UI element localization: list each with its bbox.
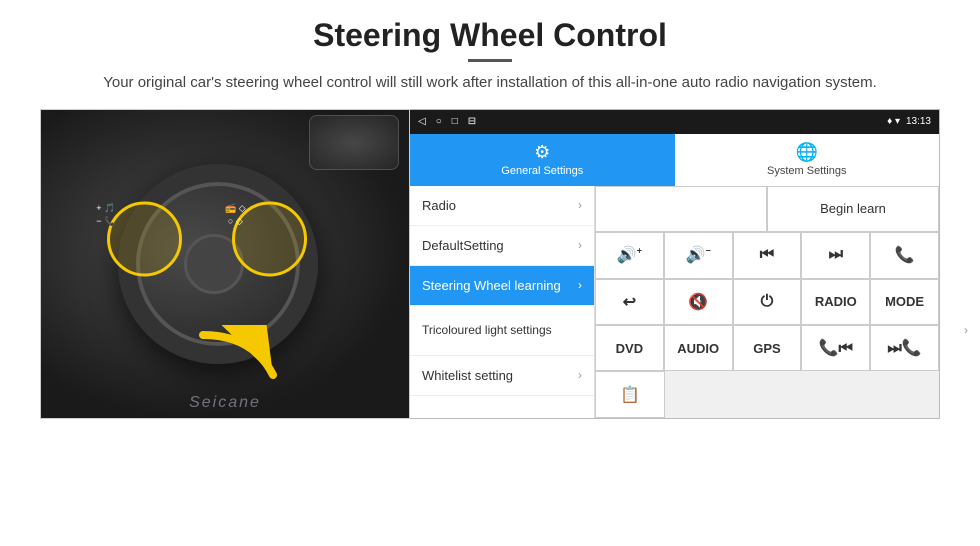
left-button-labels: + 🎵 − 📞 xyxy=(96,202,115,227)
signal-icon: ♦ ▾ xyxy=(887,116,900,127)
empty-bottom xyxy=(665,371,939,417)
call-icon: 📞 xyxy=(895,245,915,265)
mode-label: MODE xyxy=(885,294,924,309)
menu-whitelist-chevron: › xyxy=(578,368,582,382)
list-icon: 📋 xyxy=(620,385,640,405)
right-button-labels: 📻 ◇ ○ ◇ xyxy=(225,202,246,227)
menu-radio-chevron: › xyxy=(578,198,582,212)
mute-icon: 🔇 xyxy=(688,292,708,312)
call-button[interactable]: 📞 xyxy=(870,232,939,278)
power-icon: ⏻ xyxy=(761,293,774,311)
menu-default-chevron: › xyxy=(578,238,582,252)
time-display: 13:13 xyxy=(906,116,931,127)
dvd-button[interactable]: DVD xyxy=(595,325,664,371)
content-area: + 🎵 − 📞 📻 ◇ ○ ◇ Seicane xyxy=(40,109,940,546)
audio-label: AUDIO xyxy=(677,341,719,356)
call-next-button[interactable]: ⏭📞 xyxy=(870,325,939,371)
tab-general-settings[interactable]: ⚙ General Settings xyxy=(410,134,675,186)
menu-whitelist-label: Whitelist setting xyxy=(422,368,513,383)
mode-button[interactable]: MODE xyxy=(870,279,939,325)
menu-item-whitelist[interactable]: Whitelist setting › xyxy=(410,356,594,396)
control-row-4: 📋 xyxy=(595,371,939,417)
recents-nav-icon[interactable]: □ xyxy=(452,116,458,127)
call-next-icon: ⏭📞 xyxy=(887,338,921,358)
menu-item-radio[interactable]: Radio › xyxy=(410,186,594,226)
page-container: Steering Wheel Control Your original car… xyxy=(0,0,980,546)
menu-item-tricoloured[interactable]: Tricoloured light settings › xyxy=(410,306,594,356)
menu-nav-icon[interactable]: ⊟ xyxy=(468,116,476,127)
tab-system-settings[interactable]: 🌐 System Settings xyxy=(675,134,940,186)
status-right: ♦ ▾ 13:13 xyxy=(887,116,931,127)
arrow-container xyxy=(193,325,293,400)
status-bar: ◁ ○ □ ⊟ ♦ ▾ 13:13 xyxy=(410,110,939,134)
menu-item-default[interactable]: DefaultSetting › xyxy=(410,226,594,266)
empty-cell-top xyxy=(595,186,767,232)
back-nav-icon[interactable]: ◁ xyxy=(418,116,426,127)
menu-steering-chevron: › xyxy=(578,278,582,292)
arrow-icon xyxy=(193,325,293,395)
gps-button[interactable]: GPS xyxy=(733,325,802,371)
list-button[interactable]: 📋 xyxy=(595,371,665,417)
tab-bar: ⚙ General Settings 🌐 System Settings xyxy=(410,134,939,186)
call-prev-icon: 📞⏮ xyxy=(819,338,853,358)
system-settings-icon: 🌐 xyxy=(796,142,818,163)
dvd-label: DVD xyxy=(616,341,643,356)
menu-steering-label: Steering Wheel learning xyxy=(422,278,561,293)
page-subtitle: Your original car's steering wheel contr… xyxy=(103,72,877,95)
left-menu: Radio › DefaultSetting › Steering Wheel … xyxy=(410,186,595,418)
back-icon: ↩ xyxy=(623,292,636,312)
prev-track-button[interactable]: ⏮ xyxy=(733,232,802,278)
gauge-area xyxy=(309,115,399,170)
mute-button[interactable]: 🔇 xyxy=(664,279,733,325)
prev-icon: ⏮ xyxy=(760,246,774,264)
vol-down-button[interactable]: 🔊− xyxy=(664,232,733,278)
main-body: Radio › DefaultSetting › Steering Wheel … xyxy=(410,186,939,418)
right-controls: Begin learn 🔊+ 🔊− ⏮ xyxy=(595,186,939,418)
menu-radio-label: Radio xyxy=(422,198,456,213)
gps-label: GPS xyxy=(753,341,780,356)
control-row-3: DVD AUDIO GPS 📞⏮ ⏭📞 xyxy=(595,325,939,371)
begin-learn-button[interactable]: Begin learn xyxy=(767,186,939,232)
menu-tricoloured-label: Tricoloured light settings xyxy=(422,323,552,337)
android-panel: ◁ ○ □ ⊟ ♦ ▾ 13:13 ⚙ General Settings 🌐 xyxy=(410,109,940,419)
menu-item-steering[interactable]: Steering Wheel learning › xyxy=(410,266,594,306)
general-settings-icon: ⚙ xyxy=(534,142,550,163)
radio-button[interactable]: RADIO xyxy=(801,279,870,325)
tab-system-label: System Settings xyxy=(767,165,846,177)
title-divider xyxy=(468,59,512,62)
next-icon: ⏭ xyxy=(829,246,843,264)
next-track-button[interactable]: ⏭ xyxy=(801,232,870,278)
menu-default-label: DefaultSetting xyxy=(422,238,504,253)
seicane-watermark: Seicane xyxy=(189,394,261,412)
home-nav-icon[interactable]: ○ xyxy=(436,116,442,127)
call-prev-button[interactable]: 📞⏮ xyxy=(801,325,870,371)
audio-button[interactable]: AUDIO xyxy=(664,325,733,371)
vol-up-icon: 🔊+ xyxy=(617,245,642,265)
vol-up-button[interactable]: 🔊+ xyxy=(595,232,664,278)
radio-label: RADIO xyxy=(815,294,857,309)
control-row-2: ↩ 🔇 ⏻ RADIO MODE xyxy=(595,279,939,325)
tab-general-label: General Settings xyxy=(501,165,583,177)
control-row-1: 🔊+ 🔊− ⏮ ⏭ 📞 xyxy=(595,232,939,278)
back-button[interactable]: ↩ xyxy=(595,279,664,325)
steering-wheel-image: + 🎵 − 📞 📻 ◇ ○ ◇ Seicane xyxy=(40,109,410,419)
control-row-0: Begin learn xyxy=(595,186,939,232)
highlight-left-buttons xyxy=(107,202,182,277)
page-title: Steering Wheel Control xyxy=(313,18,667,53)
status-left: ◁ ○ □ ⊟ xyxy=(418,116,476,127)
vol-down-icon: 🔊− xyxy=(686,245,711,265)
power-button[interactable]: ⏻ xyxy=(733,279,802,325)
